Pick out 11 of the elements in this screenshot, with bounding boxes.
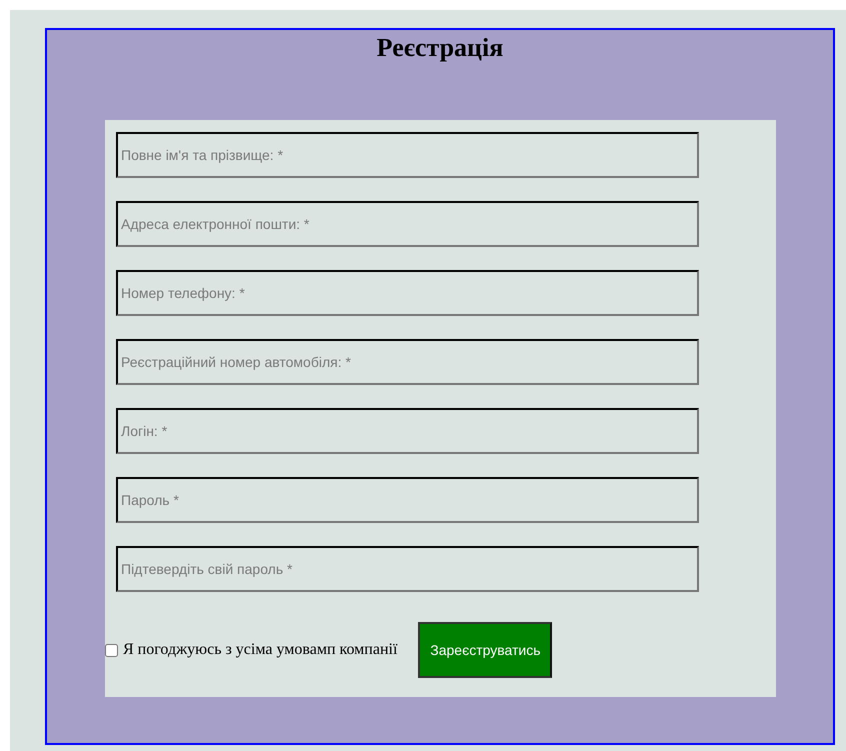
input-field[interactable]: Номер телефону: * xyxy=(116,270,699,316)
input-field[interactable]: Реєстраційний номер автомобіля: * xyxy=(116,339,699,385)
register-button[interactable]: Зареєструватись xyxy=(418,622,552,678)
form-title: Реєстрація xyxy=(376,32,504,64)
input-field[interactable]: Повне ім'я та прізвище: * xyxy=(116,132,699,178)
input-field[interactable]: Пароль * xyxy=(116,477,699,523)
input-field[interactable]: Логін: * xyxy=(116,408,699,454)
agree-checkbox[interactable] xyxy=(105,644,118,656)
input-field[interactable]: Адреса електронної пошти: * xyxy=(116,201,699,247)
input-field[interactable]: Підтевердіть свій пароль * xyxy=(116,546,699,592)
agree-label: Я погоджуюсь з усіма умовамп компанії xyxy=(123,640,398,660)
